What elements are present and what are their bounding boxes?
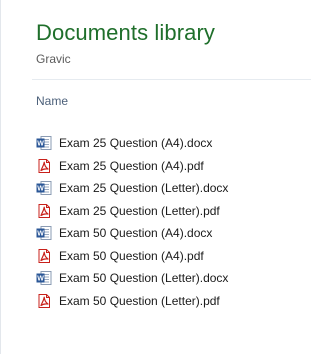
file-list-item[interactable]: W Exam 25 Question (Letter).docx bbox=[34, 177, 309, 200]
svg-text:W: W bbox=[37, 276, 44, 283]
svg-text:W: W bbox=[37, 141, 44, 148]
word-document-icon: W bbox=[36, 270, 52, 286]
pdf-document-icon bbox=[36, 293, 52, 309]
pdf-document-icon bbox=[36, 248, 52, 264]
file-list-item[interactable]: Exam 25 Question (Letter).pdf bbox=[34, 200, 309, 223]
file-name: Exam 25 Question (Letter).docx bbox=[59, 181, 229, 196]
file-name: Exam 50 Question (A4).docx bbox=[59, 226, 213, 241]
file-name: Exam 25 Question (A4).docx bbox=[59, 136, 213, 151]
file-name: Exam 50 Question (Letter).docx bbox=[59, 271, 229, 286]
word-document-icon: W bbox=[36, 135, 52, 151]
file-list-item[interactable]: W Exam 25 Question (A4).docx bbox=[34, 132, 309, 155]
file-list-item[interactable]: W Exam 50 Question (Letter).docx bbox=[34, 267, 309, 290]
library-title: Documents library bbox=[36, 20, 215, 45]
svg-text:W: W bbox=[37, 186, 44, 193]
pdf-document-icon bbox=[36, 203, 52, 219]
file-list-item[interactable]: Exam 50 Question (A4).pdf bbox=[34, 245, 309, 268]
column-header-name[interactable]: Name bbox=[36, 94, 68, 108]
svg-text:W: W bbox=[37, 231, 44, 238]
library-header: Documents library Gravic bbox=[36, 20, 296, 66]
word-document-icon: W bbox=[36, 180, 52, 196]
word-document-icon: W bbox=[36, 225, 52, 241]
file-list-item[interactable]: W Exam 50 Question (A4).docx bbox=[34, 222, 309, 245]
file-list: W Exam 25 Question (A4).docx Exam 25 Quest… bbox=[34, 132, 309, 312]
library-subtitle: Gravic bbox=[36, 52, 71, 66]
file-list-item[interactable]: Exam 25 Question (A4).pdf bbox=[34, 155, 309, 178]
file-name: Exam 50 Question (A4).pdf bbox=[59, 248, 204, 263]
file-name: Exam 25 Question (A4).pdf bbox=[59, 158, 204, 173]
file-name: Exam 25 Question (Letter).pdf bbox=[59, 203, 220, 218]
file-list-item[interactable]: Exam 50 Question (Letter).pdf bbox=[34, 290, 309, 313]
explorer-content-pane: Documents library Gravic Name W Exam 25 Q… bbox=[0, 0, 311, 354]
pdf-document-icon bbox=[36, 158, 52, 174]
file-name: Exam 50 Question (Letter).pdf bbox=[59, 293, 220, 308]
header-divider bbox=[32, 79, 311, 80]
